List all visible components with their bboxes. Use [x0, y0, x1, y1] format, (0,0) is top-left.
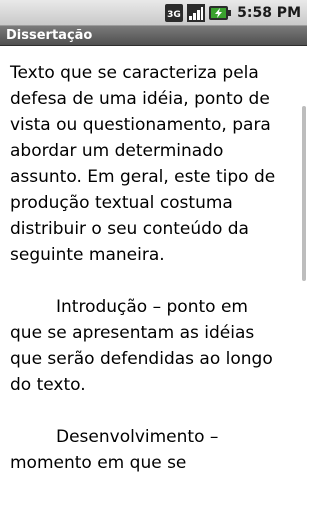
3g-network-icon: 3G: [165, 3, 184, 22]
page-title: Dissertação: [6, 28, 93, 43]
scrollbar[interactable]: [302, 106, 306, 281]
signal-strength-icon: [187, 3, 206, 22]
paragraph-desenvolvimento-text: Desenvolvimento – momento em que se: [10, 427, 219, 473]
title-bar: Dissertação: [0, 25, 307, 46]
paragraph-intro: Texto que se caracteriza pela defesa de …: [10, 63, 276, 265]
content-scroll-area[interactable]: Texto que se caracteriza pela defesa de …: [0, 46, 307, 512]
paragraph-introducao: Introdução – ponto em que se apresentam …: [0, 294, 307, 398]
battery-charging-icon: [209, 4, 232, 22]
status-time: 5:58 PM: [237, 4, 301, 21]
paragraph-introducao-text: Introdução – ponto em que se apresentam …: [10, 297, 273, 395]
network-type-label: 3G: [167, 10, 181, 20]
paragraph-desenvolvimento: Desenvolvimento – momento em que se: [0, 424, 307, 476]
status-bar: 3G 5:58 PM: [0, 0, 307, 25]
